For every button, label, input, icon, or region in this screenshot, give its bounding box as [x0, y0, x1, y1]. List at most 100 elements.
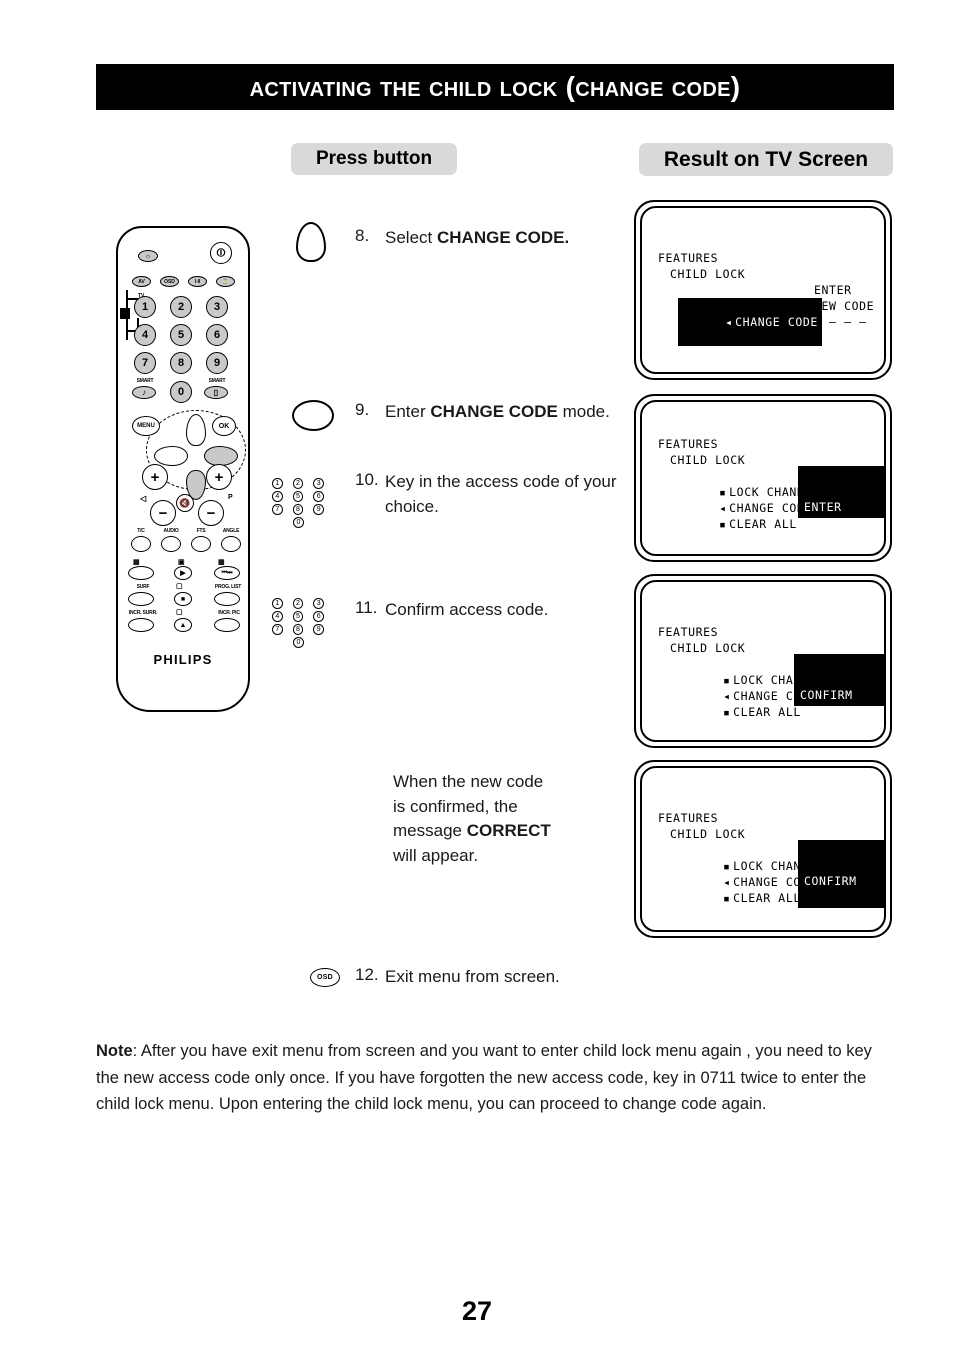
correct-note-line3-pre: message — [393, 821, 467, 841]
step-8-text: Select CHANGE CODE. — [385, 226, 569, 251]
key-8-label: 8 — [177, 357, 185, 369]
teletext-button[interactable] — [128, 566, 154, 580]
timer-icon: ⏳ — [222, 278, 229, 285]
timer-button[interactable]: ⏳ — [216, 276, 235, 287]
remote-body: TV DVD ☼ ⏼ AV OSD I-II ⏳ 1 2 3 4 5 6 7 8 — [116, 226, 250, 712]
keypad-8: 8 — [292, 624, 304, 635]
remote-key-0[interactable]: 0 — [170, 381, 192, 403]
result-on-tv-column-header: Result on TV Screen — [639, 143, 893, 176]
step-11: 11. Confirm access code. — [355, 598, 548, 623]
keypad-3: 3 — [313, 478, 325, 489]
osd-row-clear-all: ▪ CLEAR ALL — [678, 688, 801, 736]
incr-pic-button[interactable] — [214, 618, 240, 632]
play-button[interactable]: ▶ — [174, 566, 192, 580]
remote-key-2[interactable]: 2 — [170, 296, 192, 318]
program-down-button[interactable]: − — [198, 500, 224, 526]
step-11-text: Confirm access code. — [385, 600, 549, 619]
page-header-bar: Activating the Child Lock (Change code) — [96, 64, 894, 110]
eject-button[interactable]: ▲ — [174, 618, 192, 632]
keypad-0: 0 — [293, 637, 304, 648]
remote-key-5[interactable]: 5 — [170, 324, 192, 346]
cursor-right-icon — [292, 400, 334, 431]
skip-icon: ⏮⏭ — [221, 569, 233, 576]
incr-pic-label: INCR. PIC — [218, 610, 240, 616]
remote-key-4[interactable]: 4 — [134, 324, 156, 346]
correct-note-line1: When the new code — [393, 772, 544, 791]
note-label: Note — [96, 1042, 133, 1060]
key-9-label: 9 — [213, 357, 221, 369]
cursor-down-icon — [296, 222, 326, 262]
note-body: : After you have exit menu from screen a… — [96, 1042, 872, 1114]
numeric-keypad-icon: 123 456 789 0 — [272, 478, 334, 530]
osd-subtitle: CHILD LOCK — [670, 827, 746, 841]
tc-button[interactable] — [131, 536, 151, 552]
i-ii-label: I-II — [194, 278, 201, 285]
osd-row-clear-all: ▪ CLEAR ALL — [678, 314, 801, 362]
keypad-9: 9 — [313, 624, 325, 635]
remote-key-8[interactable]: 8 — [170, 352, 192, 374]
step-10-number: 10. — [355, 470, 379, 489]
menu-button[interactable]: MENU — [132, 416, 160, 436]
cursor-left-button[interactable] — [154, 446, 188, 466]
skip-mode-icon: ▦ — [218, 559, 225, 566]
remote-control-illustration: TV DVD ☼ ⏼ AV OSD I-II ⏳ 1 2 3 4 5 6 7 8 — [105, 222, 265, 716]
osd-subtitle: CHILD LOCK — [670, 267, 746, 281]
osd-button-remote[interactable]: OSD — [160, 276, 179, 287]
smart-sound-button[interactable]: ♪ — [132, 386, 156, 399]
cursor-up-button[interactable] — [186, 414, 206, 446]
bullet-icon: ▪ — [723, 891, 731, 905]
tc-label: T/C — [137, 528, 145, 534]
fts-label: FTS — [196, 528, 206, 534]
osd-label-clear-all: CLEAR ALL — [729, 517, 797, 531]
step-10-text: Key in the access code of your choice. — [385, 472, 617, 516]
audio-button[interactable] — [161, 536, 181, 552]
osd-title: FEATURES — [658, 625, 719, 639]
step-9-text-tail: mode. — [557, 402, 610, 421]
av-button[interactable]: AV — [132, 276, 151, 287]
bullet-icon: ▪ — [723, 331, 731, 345]
osd-box-line-enter: ENTER — [804, 500, 842, 514]
step-8: 8. Select CHANGE CODE. — [355, 226, 569, 251]
smart-picture-button[interactable]: ▯ — [204, 386, 228, 399]
osd-row-clear-all: ▪ CLEAR ALL — [678, 874, 801, 922]
mute-button[interactable]: ☼ — [138, 250, 158, 262]
remote-key-7[interactable]: 7 — [134, 352, 156, 374]
stop-button[interactable]: ■ — [174, 592, 192, 606]
osd-value-new-code: NEW CODE — [814, 299, 875, 313]
menu-label: MENU — [137, 423, 155, 429]
minus-icon: − — [206, 504, 216, 522]
step-11-number: 11. — [355, 598, 378, 617]
remote-key-1[interactable]: 1 — [134, 296, 156, 318]
volume-up-button[interactable]: + — [142, 464, 168, 490]
keypad-4: 4 — [272, 491, 283, 502]
key-3-label: 3 — [213, 301, 221, 313]
correct-message-note: When the new code is confirmed, the mess… — [393, 770, 623, 869]
prog-list-button[interactable] — [214, 592, 240, 606]
skip-button[interactable]: ⏮⏭ — [214, 566, 240, 580]
angle-button[interactable] — [221, 536, 241, 552]
ok-button[interactable]: OK — [212, 416, 236, 436]
osd-button-icon: OSD — [310, 968, 340, 987]
program-symbol-label: P — [228, 494, 233, 501]
osd-title: FEATURES — [658, 251, 719, 265]
surf-label: SURF — [136, 584, 150, 590]
power-button[interactable]: ⏼ — [210, 242, 232, 264]
step-8-text-bold: CHANGE CODE. — [436, 228, 570, 247]
mute-toggle-button[interactable]: 🔇 — [176, 494, 194, 512]
program-up-button[interactable]: + — [206, 464, 232, 490]
osd-label-clear-all: CLEAR ALL — [733, 705, 801, 719]
correct-note-line4: will appear. — [393, 845, 479, 865]
play-mode-icon: ▣ — [178, 559, 185, 566]
music-note-icon: ♪ — [142, 388, 146, 397]
remote-key-9[interactable]: 9 — [206, 352, 228, 374]
remote-key-3[interactable]: 3 — [206, 296, 228, 318]
surf-button[interactable] — [128, 592, 154, 606]
power-icon: ⏼ — [216, 246, 226, 259]
fts-button[interactable] — [191, 536, 211, 552]
volume-down-button[interactable]: − — [150, 500, 176, 526]
keypad-3: 3 — [313, 598, 325, 609]
stop-icon: ■ — [180, 595, 186, 603]
incr-surr-button[interactable] — [128, 618, 154, 632]
remote-key-6[interactable]: 6 — [206, 324, 228, 346]
i-ii-button[interactable]: I-II — [188, 276, 207, 287]
